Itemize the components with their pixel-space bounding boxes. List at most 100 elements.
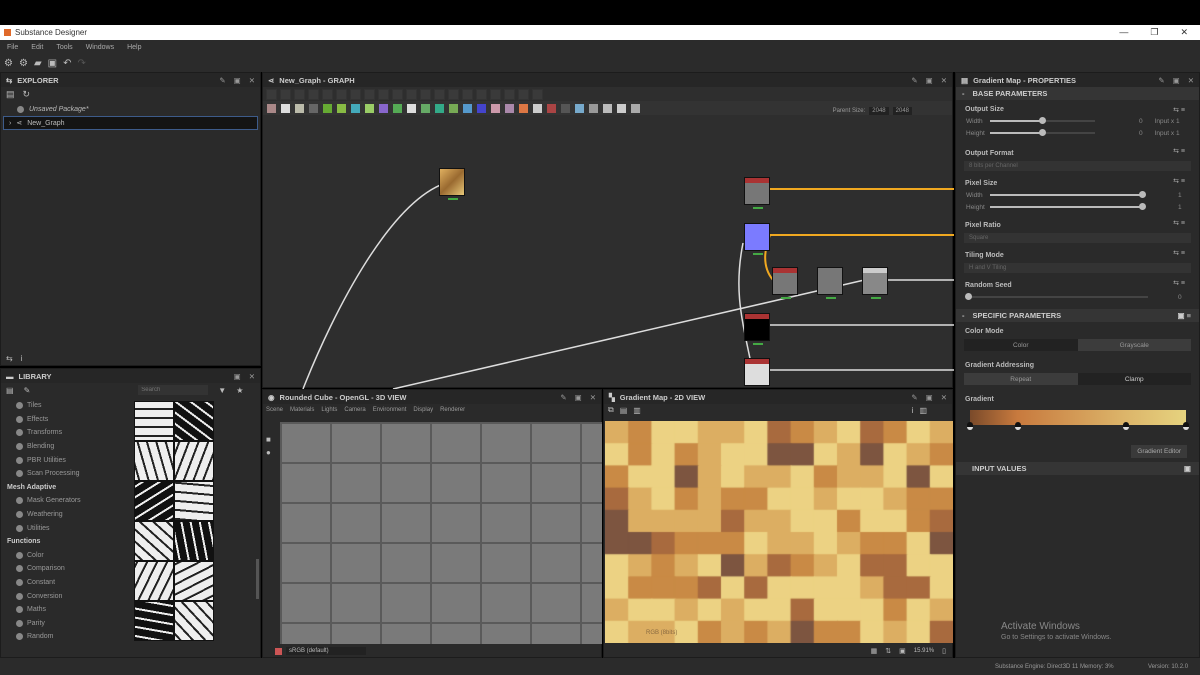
color-mode-grayscale[interactable]: Grayscale [1077,339,1191,351]
menu-scene[interactable]: Scene [266,407,283,413]
float-icon[interactable]: ▣ [234,372,241,381]
library-thumbnail[interactable] [174,561,214,601]
expand-icon[interactable]: › [9,120,11,127]
gradient-stop-handle[interactable] [1183,422,1189,430]
colorspace-select[interactable]: sRGB (default) [286,647,366,655]
info-icon[interactable]: i [912,406,914,415]
library-item[interactable]: Weathering [1,508,131,522]
explorer-tool-icon[interactable]: ⇆ [6,354,13,363]
save-package-icon[interactable]: ▤ [6,89,15,100]
output-width-slider[interactable] [990,117,1095,124]
filter-icon[interactable]: ▼ [218,386,226,395]
library-thumbnail[interactable] [134,441,174,481]
save-image-icon[interactable]: ▤ [620,406,628,415]
gradient-editor-button[interactable]: Gradient Editor [1131,445,1187,458]
library-thumbnail[interactable] [134,481,174,521]
close-button[interactable]: ✕ [1180,27,1188,38]
library-item[interactable]: Mesh Adaptive [1,481,131,495]
menu-windows[interactable]: Windows [86,44,114,51]
output-format-dropdown[interactable]: 8 bits per Channel [964,161,1191,171]
channels-icon[interactable]: ⇅ [885,647,891,655]
param-link-icon[interactable]: ⇆ ≡ [1173,106,1185,114]
pixel-ratio-dropdown[interactable]: Square [964,233,1191,243]
fit-icon[interactable]: ▯ [942,647,946,655]
param-link-icon[interactable]: ⇆ ≡ [1173,177,1185,185]
menu-materials[interactable]: Materials [290,407,314,413]
library-thumbnail[interactable] [174,521,214,561]
minimize-button[interactable]: — [1119,27,1128,38]
base-parameters-header[interactable]: - BASE PARAMETERS [956,87,1199,100]
pin-icon[interactable]: ✎ [911,393,917,402]
menu-file[interactable]: File [7,44,18,51]
library-item[interactable]: Maths [1,603,131,617]
float-icon[interactable]: ▣ [575,393,582,402]
new-graph-icon[interactable]: ⚙ [19,58,28,69]
copy-icon[interactable]: ⧉ [608,405,614,415]
library-thumbnail[interactable] [174,441,214,481]
library-search-input[interactable] [138,385,209,395]
library-item[interactable]: Comparison [1,562,131,576]
addressing-clamp[interactable]: Clamp [1077,373,1191,385]
gradient-stop-handle[interactable] [1014,422,1021,430]
library-item[interactable]: Effects [1,413,131,427]
param-link-icon[interactable]: ⇆ ≡ [1173,249,1185,257]
3d-viewport[interactable] [280,422,602,644]
graph-node-black[interactable] [744,313,770,345]
camera-icon[interactable]: ■ [266,435,271,444]
undo-icon[interactable]: ↶ [63,58,71,69]
open-icon[interactable]: ▰ [34,58,42,69]
menu-edit[interactable]: Edit [31,44,43,51]
library-folder-icon[interactable]: ▤ [6,386,14,395]
menu-tools[interactable]: Tools [56,44,72,51]
library-item[interactable]: Random [1,630,131,644]
collapse-icon[interactable]: - [962,89,965,98]
library-item[interactable]: PBR Utilities [1,453,131,467]
close-icon[interactable]: ✕ [941,393,947,402]
section-menu-icon[interactable]: ▣ [1184,464,1191,473]
graph-item[interactable]: › ⋖ New_Graph [3,116,258,130]
redo-icon[interactable]: ↷ [77,58,85,69]
library-scrollbar[interactable] [256,559,259,599]
2d-viewport[interactable] [605,421,953,643]
pin-icon[interactable]: ✎ [219,76,225,85]
alpha-icon[interactable]: ▣ [899,647,906,655]
graph-node-gradient-map[interactable] [772,267,798,299]
input-values-header[interactable]: INPUT VALUES ▣ [956,462,1199,475]
graph-node-gray[interactable] [744,177,770,209]
gradient-stop-handle[interactable] [967,422,973,430]
library-item[interactable]: Transforms [1,426,131,440]
menu-camera[interactable]: Camera [344,407,365,413]
menu-display[interactable]: Display [413,407,433,413]
pin-icon[interactable]: ✎ [560,393,566,402]
menu-help[interactable]: Help [127,44,141,51]
addressing-repeat[interactable]: Repeat [964,373,1078,385]
graph-node-gray-3[interactable] [862,267,888,299]
library-thumbnail[interactable] [174,601,214,641]
menu-environment[interactable]: Environment [373,407,407,413]
close-icon[interactable]: ✕ [249,372,255,381]
gradient-bar[interactable] [967,410,1189,430]
library-thumbnail[interactable] [174,401,214,441]
library-thumbnail[interactable] [134,401,174,441]
close-icon[interactable]: ✕ [249,76,255,85]
export-icon[interactable]: ▥ [633,406,641,415]
close-icon[interactable]: ✕ [1188,76,1194,85]
param-link-icon[interactable]: ⇆ ≡ [1173,147,1185,155]
pin-icon[interactable]: ✎ [1158,76,1164,85]
random-seed-slider[interactable] [965,293,1148,300]
edit-icon[interactable]: ✎ [24,386,31,395]
save-icon[interactable]: ▣ [48,58,57,69]
histogram-icon[interactable]: ▥ [919,406,927,415]
pixel-width-slider[interactable] [990,191,1146,198]
graph-node-white[interactable] [744,358,770,386]
library-item[interactable]: Mask Generators [1,494,131,508]
library-item[interactable]: Constant [1,576,131,590]
close-icon[interactable]: ✕ [590,393,596,402]
info-icon[interactable]: i [21,354,23,363]
library-item[interactable]: Utilities [1,521,131,535]
menu-renderer[interactable]: Renderer [440,407,465,413]
color-mode-color[interactable]: Color [964,339,1078,351]
library-item[interactable]: Parity [1,617,131,631]
library-item[interactable]: Functions [1,535,131,549]
library-item[interactable]: Scan Processing [1,467,131,481]
